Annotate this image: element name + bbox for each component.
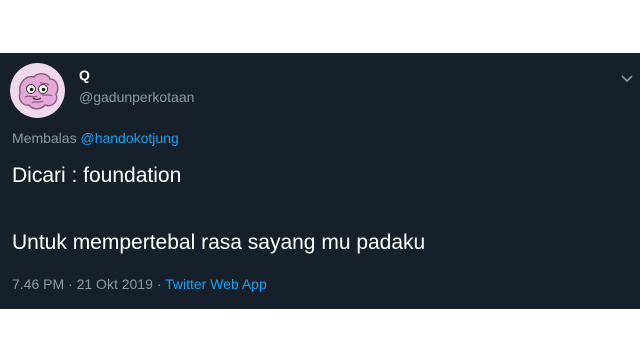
meta-separator: · xyxy=(64,276,77,292)
reply-context: Membalas @handokotjung xyxy=(12,130,179,146)
reply-to-link[interactable]: @handokotjung xyxy=(80,130,178,146)
meta-separator: · xyxy=(152,276,166,292)
tweet-text-line-2: Untuk mempertebal rasa sayang mu padaku xyxy=(12,231,426,254)
user-handle[interactable]: @gadunperkotaan xyxy=(79,89,194,105)
tweet-text-line-1: Dicari : foundation xyxy=(12,164,182,187)
tweet-time[interactable]: 7.46 PM xyxy=(12,276,64,292)
brain-icon xyxy=(10,63,65,118)
reply-prefix: Membalas xyxy=(12,130,77,146)
chevron-down-icon[interactable] xyxy=(620,71,634,83)
display-name[interactable]: Q xyxy=(79,67,90,83)
tweet-date[interactable]: 21 Okt 2019 xyxy=(77,276,153,292)
tweet-meta: 7.46 PM · 21 Okt 2019 · Twitter Web App xyxy=(12,276,267,292)
tweet-card: Q @gadunperkotaan Membalas @handokotjung… xyxy=(0,53,640,309)
avatar[interactable] xyxy=(10,63,65,118)
tweet-source-link[interactable]: Twitter Web App xyxy=(165,276,267,292)
